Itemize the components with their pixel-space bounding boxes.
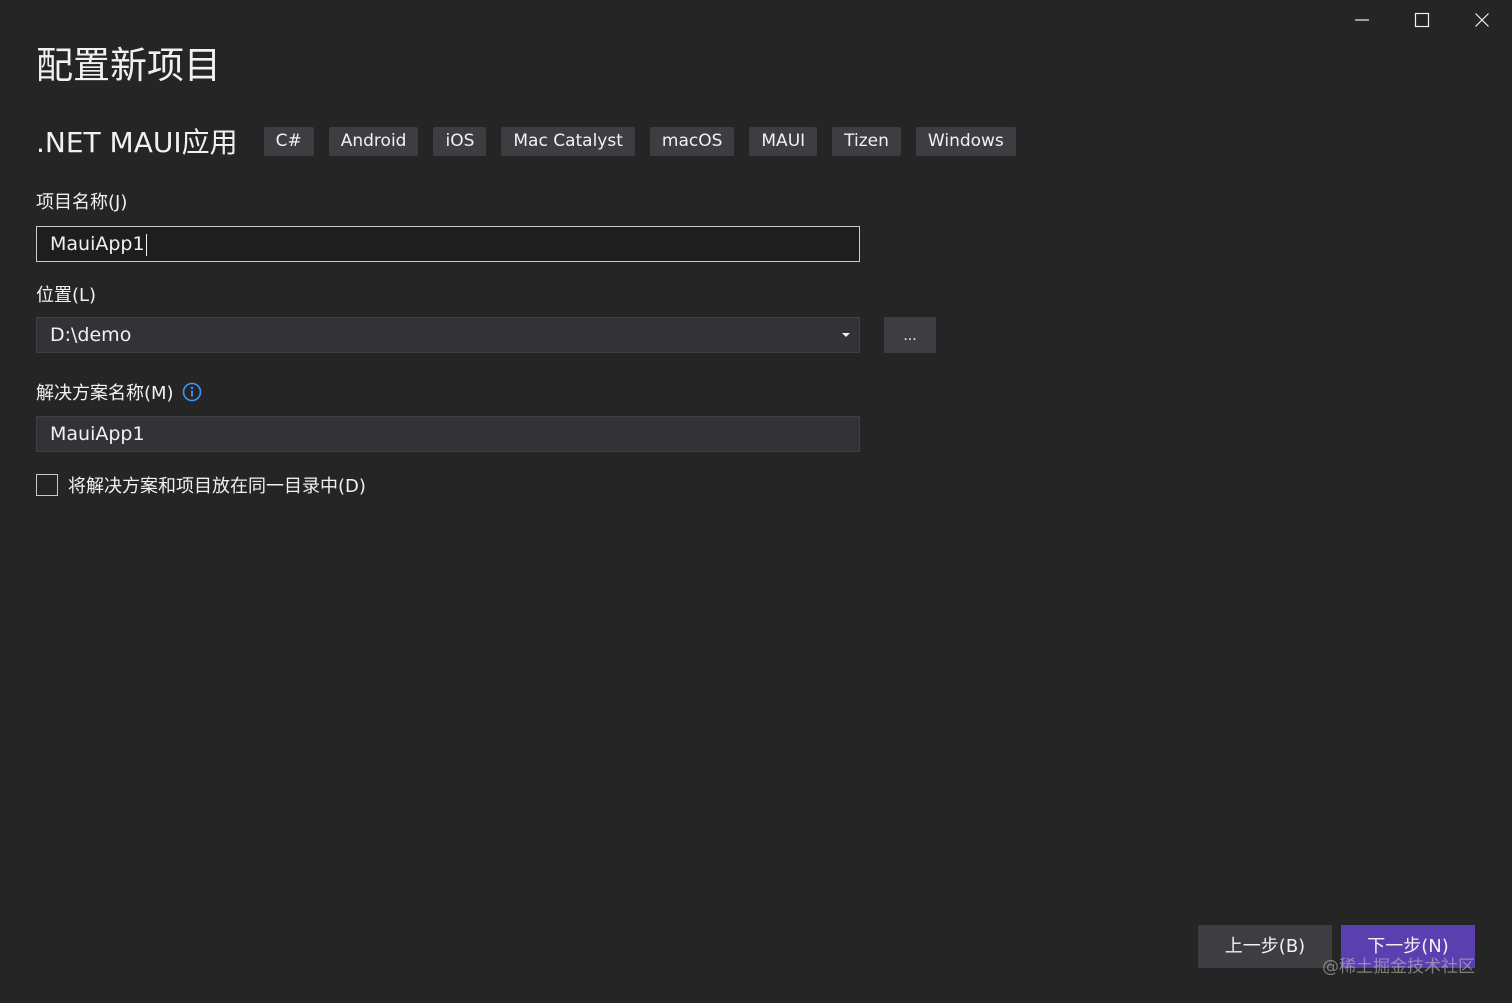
template-header: .NET MAUI应用 C# Android iOS Mac Catalyst … xyxy=(36,120,1031,162)
project-name-label: 项目名称(J) xyxy=(36,188,127,214)
solution-name-input[interactable]: MauiApp1 xyxy=(36,416,860,452)
minimize-icon xyxy=(1355,19,1369,21)
close-icon xyxy=(1475,13,1489,27)
tag-android: Android xyxy=(328,126,419,156)
window-controls xyxy=(1332,0,1512,40)
dropdown-arrow-icon[interactable] xyxy=(839,318,853,352)
tag-windows: Windows xyxy=(915,126,1016,156)
project-name-input[interactable]: MauiApp1 xyxy=(36,226,860,262)
location-combobox[interactable]: D:\demo xyxy=(36,317,860,353)
info-icon[interactable] xyxy=(182,382,202,402)
project-name-value: MauiApp1 xyxy=(50,233,145,255)
location-label-text: 位置(L) xyxy=(36,285,97,306)
same-directory-option[interactable]: 将解决方案和项目放在同一目录中(D) xyxy=(36,472,366,498)
same-directory-label: 将解决方案和项目放在同一目录中(D) xyxy=(68,476,366,497)
minimize-button[interactable] xyxy=(1332,0,1392,40)
page-title: 配置新项目 xyxy=(36,44,221,87)
configure-project-dialog: 配置新项目 .NET MAUI应用 C# Android iOS Mac Cat… xyxy=(0,0,1512,1003)
tag-mac-catalyst: Mac Catalyst xyxy=(501,126,635,156)
tag-tizen: Tizen xyxy=(832,126,901,156)
close-button[interactable] xyxy=(1452,0,1512,40)
tag-maui: MAUI xyxy=(749,126,818,156)
location-label: 位置(L) xyxy=(36,281,96,307)
solution-name-value: MauiApp1 xyxy=(50,423,145,445)
watermark: @稀土掘金技术社区 xyxy=(1322,957,1475,977)
same-directory-checkbox[interactable] xyxy=(36,474,58,496)
template-name: .NET MAUI应用 xyxy=(36,126,238,159)
tag-csharp: C# xyxy=(263,126,314,156)
solution-name-label-text: 解决方案名称(M) xyxy=(36,383,174,404)
location-value: D:\demo xyxy=(50,324,132,346)
maximize-icon xyxy=(1414,12,1430,28)
tag-ios: iOS xyxy=(433,126,487,156)
back-button[interactable]: 上一步(B) xyxy=(1198,925,1332,968)
solution-name-label: 解决方案名称(M) xyxy=(36,379,202,405)
project-name-label-text: 项目名称(J) xyxy=(36,192,128,213)
maximize-button[interactable] xyxy=(1392,0,1452,40)
text-caret xyxy=(145,233,147,256)
browse-button[interactable]: ... xyxy=(884,317,936,353)
tag-macos: macOS xyxy=(649,126,735,156)
